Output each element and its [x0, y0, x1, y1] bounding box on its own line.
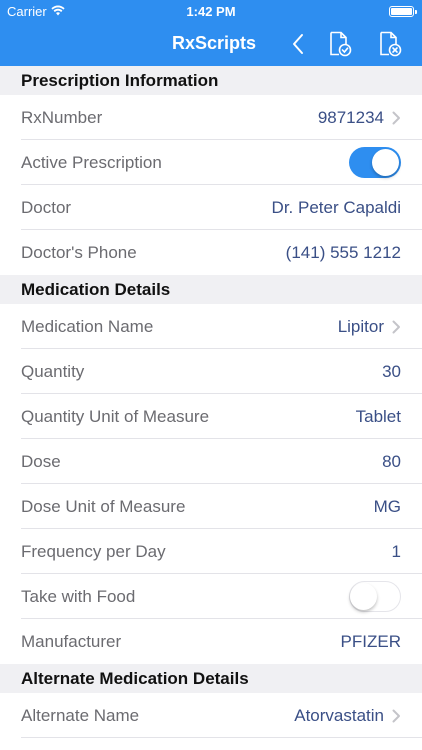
doctor-label: Doctor [21, 197, 72, 217]
dose-row: Dose 80 [0, 439, 422, 484]
doctor-row: Doctor Dr. Peter Capaldi [0, 185, 422, 230]
battery-icon [389, 6, 417, 17]
nav-bar: RxScripts [0, 22, 422, 66]
active-prescription-toggle[interactable] [349, 147, 401, 178]
chevron-right-icon [392, 111, 400, 124]
quantity-uom-row: Quantity Unit of Measure Tablet [0, 394, 422, 439]
toggle-knob [372, 149, 399, 176]
manufacturer-row: Manufacturer PFIZER [0, 619, 422, 664]
rx-number-value: 9871234 [317, 107, 384, 127]
quantity-value: 30 [382, 361, 401, 381]
alternate-name-value: Atorvastatin [294, 705, 384, 725]
app-header: Carrier 1:42 PM RxScripts [0, 0, 422, 66]
status-bar: Carrier 1:42 PM [0, 0, 422, 22]
medication-name-row[interactable]: Medication Name Lipitor [0, 304, 422, 349]
take-with-food-label: Take with Food [21, 586, 136, 606]
chevron-right-icon [392, 320, 400, 333]
chevron-right-icon [392, 709, 400, 722]
doctor-value: Dr. Peter Capaldi [271, 197, 401, 217]
dose-uom-value: MG [373, 496, 401, 516]
frequency-row: Frequency per Day 1 [0, 529, 422, 574]
back-button[interactable] [284, 30, 312, 58]
quantity-label: Quantity [21, 361, 85, 381]
quantity-uom-value: Tablet [355, 406, 401, 426]
section-header-prescription: Prescription Information [0, 66, 422, 95]
dose-uom-row: Dose Unit of Measure MG [0, 484, 422, 529]
section-header-alternate: Alternate Medication Details [0, 664, 422, 693]
dose-label: Dose [21, 451, 61, 471]
nav-title: RxScripts [172, 33, 257, 53]
dose-uom-label: Dose Unit of Measure [21, 496, 186, 516]
rx-number-row[interactable]: RxNumber 9871234 [0, 95, 422, 140]
manufacturer-label: Manufacturer [21, 631, 122, 651]
frequency-value: 1 [391, 541, 401, 561]
section-header-medication: Medication Details [0, 275, 422, 304]
take-with-food-toggle[interactable] [349, 581, 401, 612]
quantity-uom-label: Quantity Unit of Measure [21, 406, 210, 426]
doctor-phone-label: Doctor's Phone [21, 242, 137, 262]
status-time: 1:42 PM [186, 4, 236, 19]
medication-name-value: Lipitor [337, 316, 384, 336]
alternate-name-label: Alternate Name [21, 705, 140, 725]
document-check-icon [330, 31, 352, 57]
medication-name-label: Medication Name [21, 316, 154, 336]
frequency-label: Frequency per Day [21, 541, 166, 561]
quantity-row: Quantity 30 [0, 349, 422, 394]
rx-number-label: RxNumber [21, 107, 103, 127]
chevron-left-icon [293, 34, 303, 54]
doctor-phone-value[interactable]: (141) 555 1212 [286, 243, 401, 263]
doctor-phone-row: Doctor's Phone (141) 555 1212 [0, 230, 422, 275]
prescription-form: Prescription Information RxNumber 987123… [0, 66, 422, 738]
reject-document-button[interactable] [376, 30, 404, 58]
approve-document-button[interactable] [326, 30, 354, 58]
document-x-icon [380, 31, 402, 57]
dose-value: 80 [382, 451, 401, 471]
toggle-knob [350, 582, 377, 610]
take-with-food-row: Take with Food [0, 574, 422, 619]
manufacturer-value: PFIZER [340, 631, 401, 651]
alternate-name-row[interactable]: Alternate Name Atorvastatin [0, 693, 422, 738]
active-prescription-label: Active Prescription [21, 152, 162, 172]
active-prescription-row: Active Prescription [0, 140, 422, 185]
